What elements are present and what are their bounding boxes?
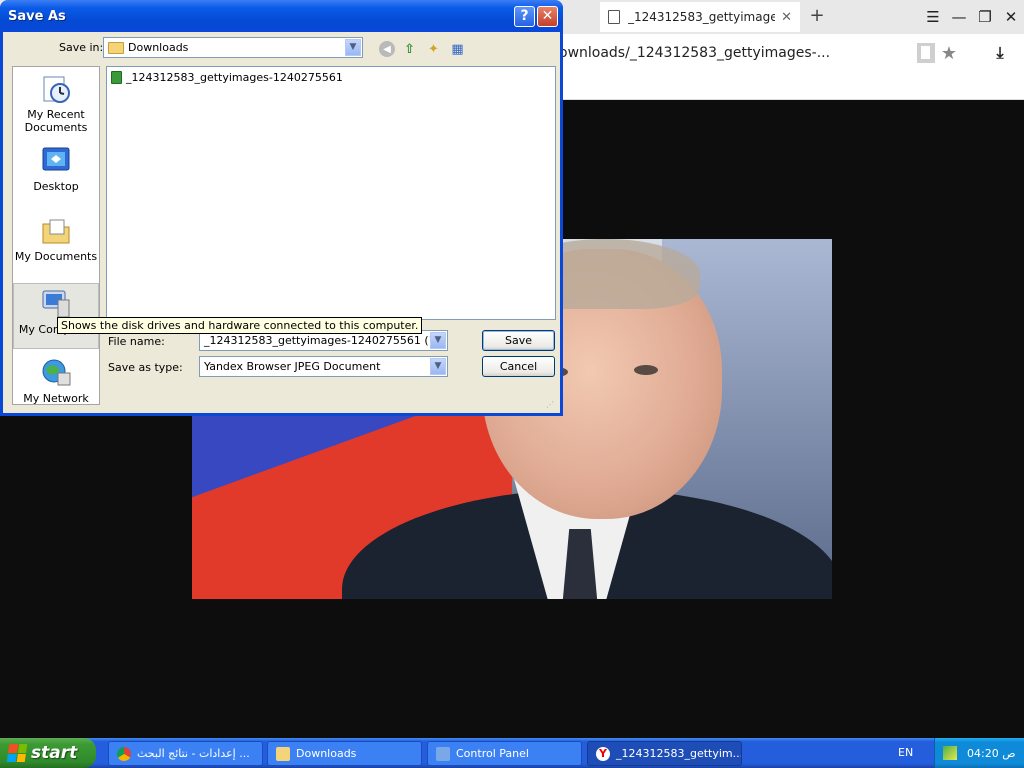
task-downloads[interactable]: Downloads	[267, 741, 422, 766]
save-as-type-dropdown[interactable]: Yandex Browser JPEG Document ▼	[199, 356, 448, 377]
address-text[interactable]: ownloads/_124312583_gettyimages-...	[555, 45, 911, 61]
network-globe-icon	[40, 357, 72, 389]
language-indicator[interactable]: EN	[898, 746, 913, 759]
place-my-computer[interactable]: My Computer	[13, 283, 99, 349]
dialog-title: Save As	[8, 9, 66, 24]
chevron-down-icon[interactable]: ▼	[430, 332, 446, 349]
folder-icon	[276, 746, 290, 761]
image-file-icon	[111, 71, 122, 84]
save-in-label: Save in:	[59, 41, 104, 54]
address-field[interactable]: ownloads/_124312583_gettyimages-... ★	[555, 38, 963, 68]
page-info-icon[interactable]	[916, 43, 935, 63]
desktop-icon	[40, 145, 72, 177]
save-as-type-value: Yandex Browser JPEG Document	[204, 360, 381, 373]
place-my-documents[interactable]: My Documents	[13, 215, 99, 263]
chrome-icon	[117, 746, 131, 761]
back-icon[interactable]: ◀	[379, 41, 395, 57]
place-label: My Documents	[14, 250, 98, 263]
clock: 04:20 ص	[967, 746, 1016, 760]
dialog-close-button[interactable]: ✕	[537, 6, 558, 27]
cancel-button[interactable]: Cancel	[482, 356, 555, 377]
save-in-value: Downloads	[128, 41, 189, 54]
place-desktop[interactable]: Desktop	[13, 145, 99, 193]
window-controls: ☰ — ❐ ✕	[920, 2, 1024, 32]
bookmark-star-icon[interactable]: ★	[941, 43, 957, 64]
start-button[interactable]: start	[0, 738, 96, 768]
dialog-toolbar: ◀ ⇧ ✦ ▦	[379, 39, 467, 59]
document-icon	[608, 10, 620, 24]
up-folder-icon[interactable]: ⇧	[400, 40, 419, 59]
download-icon[interactable]: ⤓	[985, 38, 1015, 68]
minimize-icon[interactable]: —	[946, 2, 972, 32]
help-button[interactable]: ?	[514, 6, 535, 27]
place-label: My Network	[23, 392, 89, 405]
windows-logo-icon	[6, 744, 28, 762]
save-as-dialog: Save As ? ✕ Save in: Downloads ▼ ◀ ⇧ ✦ ▦…	[0, 0, 563, 416]
control-panel-icon	[436, 746, 450, 761]
place-my-recent-documents[interactable]: My Recent Documents	[13, 73, 99, 134]
list-item[interactable]: _124312583_gettyimages-1240275561	[111, 71, 343, 84]
task-label: Control Panel	[456, 747, 529, 760]
task-label: _124312583_gettyim...	[616, 747, 742, 760]
resize-grip-icon[interactable]: ⋰	[546, 400, 556, 410]
tab-close-icon[interactable]: ✕	[781, 10, 792, 25]
taskbar: start إعدادات - نتائج البحث ... Download…	[0, 738, 1024, 768]
views-menu-icon[interactable]: ▦	[448, 40, 467, 59]
save-in-dropdown[interactable]: Downloads ▼	[103, 37, 363, 58]
tooltip: Shows the disk drives and hardware conne…	[57, 317, 423, 334]
restore-icon[interactable]: ❐	[972, 2, 998, 32]
my-computer-icon	[40, 288, 72, 320]
tray-app-icon[interactable]	[943, 746, 957, 760]
system-tray: 04:20 ص	[934, 738, 1024, 768]
task-label: إعدادات - نتائج البحث ...	[137, 747, 250, 760]
save-as-type-label: Save as type:	[108, 361, 183, 374]
browser-tab[interactable]: _124312583_gettyimages-1240275561 ✕	[600, 2, 800, 32]
folder-icon	[108, 41, 124, 54]
dialog-title-bar[interactable]: Save As ? ✕	[0, 0, 563, 32]
start-label: start	[31, 743, 78, 763]
file-name: _124312583_gettyimages-1240275561	[126, 71, 343, 84]
task-chrome-settings[interactable]: إعدادات - نتائج البحث ...	[108, 741, 263, 766]
new-tab-button[interactable]: +	[806, 4, 828, 28]
file-name-label: File name:	[108, 335, 165, 348]
new-folder-icon[interactable]: ✦	[424, 40, 443, 59]
tab-title: _124312583_gettyimages-1240275561	[628, 10, 776, 24]
close-window-icon[interactable]: ✕	[998, 2, 1024, 32]
place-my-network[interactable]: My Network	[13, 357, 99, 405]
menu-icon[interactable]: ☰	[920, 2, 946, 32]
task-control-panel[interactable]: Control Panel	[427, 741, 582, 766]
task-yandex-browser[interactable]: Y _124312583_gettyim...	[587, 741, 742, 766]
my-documents-icon	[40, 215, 72, 247]
places-bar: My Recent Documents Desktop My Documents…	[12, 66, 100, 405]
recent-documents-icon	[40, 73, 72, 105]
place-label: My Recent Documents	[24, 108, 88, 134]
place-label: Desktop	[33, 180, 79, 193]
yandex-icon: Y	[596, 746, 610, 761]
task-label: Downloads	[296, 747, 357, 760]
save-button[interactable]: Save	[482, 330, 555, 351]
file-name-value[interactable]: _124312583_gettyimages-1240275561 (1)	[200, 334, 430, 347]
chevron-down-icon[interactable]: ▼	[430, 358, 446, 375]
file-list[interactable]: _124312583_gettyimages-1240275561	[106, 66, 556, 320]
chevron-down-icon[interactable]: ▼	[345, 39, 361, 56]
